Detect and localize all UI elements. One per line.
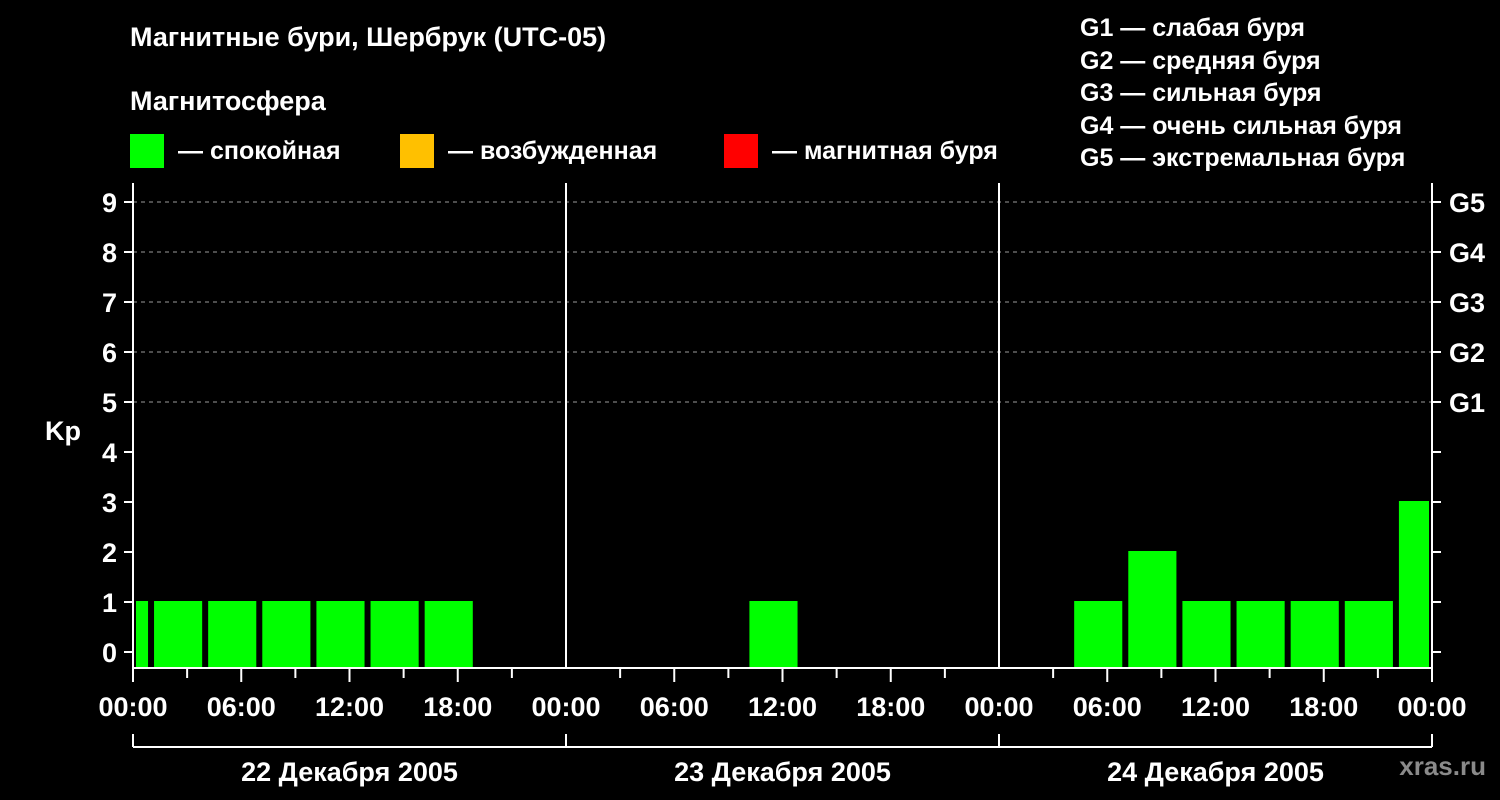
kp-bar: [1182, 601, 1231, 668]
x-tick-label: 18:00: [423, 692, 492, 722]
day-label: 22 Декабря 2005: [241, 757, 458, 787]
kp-bar: [1290, 601, 1339, 668]
x-tick-label: 06:00: [207, 692, 276, 722]
y-tick-label: 5: [102, 388, 117, 418]
y-tick-label: 8: [102, 238, 117, 268]
x-tick-label: 00:00: [98, 692, 167, 722]
g-level-label: G3: [1449, 288, 1485, 318]
x-tick-label: 12:00: [1181, 692, 1250, 722]
y-tick-label: 3: [102, 488, 117, 518]
kp-bar: [749, 601, 798, 668]
kp-bar: [1128, 551, 1177, 668]
kp-bar: [370, 601, 419, 668]
x-tick-label: 06:00: [640, 692, 709, 722]
x-tick-label: 12:00: [315, 692, 384, 722]
kp-bar: [208, 601, 257, 668]
y-tick-label: 7: [102, 288, 117, 318]
g-level-label: G1: [1449, 388, 1485, 418]
kp-chart: 0 1 2 3 4 5 6 7 8 9 G1 G2 G3 G4 G5 Kp 00:00 06:00 12:00 18:…: [45, 183, 1485, 787]
kp-bar: [424, 601, 473, 668]
y-tick-label: 4: [102, 438, 117, 468]
kp-bar: [1074, 601, 1123, 668]
kp-bar: [1236, 601, 1285, 668]
y-tick-label: 1: [102, 588, 117, 618]
y-tick-label: 9: [102, 188, 117, 218]
day-label: 24 Декабря 2005: [1107, 757, 1324, 787]
y-axis-label: Kp: [45, 416, 81, 446]
x-tick-label: 00:00: [531, 692, 600, 722]
kp-bar: [262, 601, 311, 668]
x-tick-label: 00:00: [964, 692, 1033, 722]
kp-bar: [1398, 501, 1429, 668]
g-level-label: G5: [1449, 188, 1485, 218]
watermark: xras.ru: [1399, 751, 1486, 781]
kp-bar: [1344, 601, 1393, 668]
x-tick-label: 18:00: [1289, 692, 1358, 722]
g-level-label: G2: [1449, 338, 1485, 368]
kp-bar: [154, 601, 203, 668]
x-tick-label: 18:00: [856, 692, 925, 722]
x-tick-label: 12:00: [748, 692, 817, 722]
kp-bar: [316, 601, 365, 668]
g-level-label: G4: [1449, 238, 1485, 268]
x-tick-label: 00:00: [1397, 692, 1466, 722]
y-tick-label: 0: [102, 638, 117, 668]
x-tick-label: 06:00: [1073, 692, 1142, 722]
y-tick-label: 6: [102, 338, 117, 368]
day-label: 23 Декабря 2005: [674, 757, 891, 787]
kp-bar: [136, 601, 149, 668]
y-tick-label: 2: [102, 538, 117, 568]
